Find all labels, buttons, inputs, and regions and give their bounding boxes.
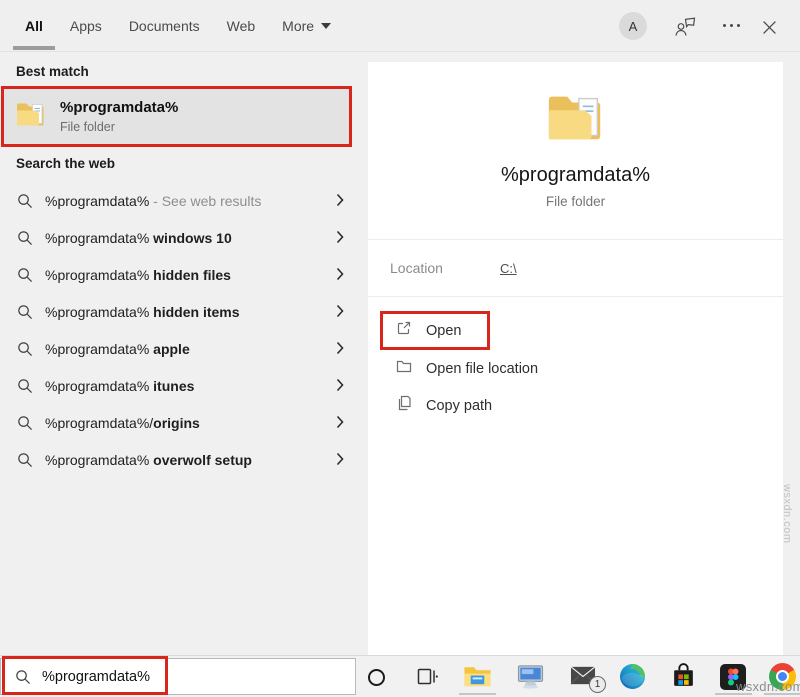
search-icon [16, 377, 33, 394]
search-icon [16, 303, 33, 320]
folder-outline-icon [395, 357, 413, 380]
taskbar-search-input[interactable]: %programdata% [0, 658, 356, 695]
preview-title: %programdata% [368, 164, 783, 187]
file-explorer-icon[interactable] [463, 663, 492, 694]
search-query-text: %programdata% [42, 669, 150, 685]
ellipsis-icon[interactable] [723, 24, 740, 27]
search-icon [16, 266, 33, 283]
search-suggestion[interactable]: %programdata% apple [0, 330, 368, 367]
search-suggestion[interactable]: %programdata% hidden items [0, 293, 368, 330]
search-web-label: Search the web [16, 156, 115, 171]
edge-icon[interactable] [619, 663, 646, 690]
chevron-right-icon[interactable] [336, 230, 344, 244]
results-panel: Best match %programdata% File folder Sea… [0, 52, 368, 655]
search-icon [14, 668, 31, 685]
microsoft-store-icon[interactable] [670, 663, 697, 695]
search-suggestion[interactable]: %programdata% windows 10 [0, 219, 368, 256]
watermark: wsxdn.com [736, 679, 800, 694]
filter-tabs: All Apps Documents Web More [25, 0, 331, 52]
windows-search-flyout: All Apps Documents Web More A [0, 0, 800, 697]
copy-icon [395, 394, 413, 417]
search-filter-bar: All Apps Documents Web More A [0, 0, 800, 52]
avatar[interactable]: A [619, 12, 647, 40]
chevron-right-icon[interactable] [336, 267, 344, 281]
action-open-file-location[interactable]: Open file location [368, 350, 783, 387]
search-icon [16, 340, 33, 357]
tab-apps[interactable]: Apps [70, 0, 102, 52]
preview-panel: %programdata% File folder Location C:\ O… [368, 62, 783, 655]
folder-icon-large [368, 89, 783, 150]
location-label: Location [390, 260, 500, 276]
search-suggestion[interactable]: %programdata% overwolf setup [0, 441, 368, 478]
search-icon [16, 229, 33, 246]
taskbar: %programdata% [0, 655, 800, 697]
chevron-right-icon[interactable] [336, 378, 344, 392]
location-row: Location C:\ [368, 240, 783, 296]
cortana-icon[interactable] [368, 669, 385, 686]
chevron-right-icon[interactable] [336, 304, 344, 318]
best-match-result[interactable]: %programdata% File folder [1, 86, 352, 147]
search-icon [16, 451, 33, 468]
running-indicator [459, 693, 496, 695]
chevron-right-icon[interactable] [336, 341, 344, 355]
search-suggestion[interactable]: %programdata%/origins [0, 404, 368, 441]
tab-all[interactable]: All [25, 0, 43, 52]
chevron-down-icon [321, 23, 331, 29]
search-icon [16, 414, 33, 431]
watermark-vertical: wsxdn.com [781, 484, 793, 544]
best-match-subtitle: File folder [60, 120, 178, 134]
chevron-right-icon[interactable] [336, 193, 344, 207]
search-suggestion[interactable]: %programdata% - See web results [0, 182, 368, 219]
action-list: Open Open file location Copy path [368, 311, 783, 424]
action-copy-path[interactable]: Copy path [368, 387, 783, 424]
folder-icon [15, 100, 47, 133]
task-view-icon[interactable] [415, 666, 439, 692]
this-pc-icon[interactable] [516, 663, 545, 695]
tab-more[interactable]: More [282, 0, 331, 52]
search-web-list: %programdata% - See web results %program… [0, 182, 368, 478]
tab-documents[interactable]: Documents [129, 0, 200, 52]
search-suggestion[interactable]: %programdata% hidden files [0, 256, 368, 293]
chevron-right-icon[interactable] [336, 452, 344, 466]
close-icon[interactable] [760, 18, 778, 36]
divider [368, 296, 783, 297]
mail-badge: 1 [589, 676, 606, 693]
location-link[interactable]: C:\ [500, 261, 517, 276]
chevron-right-icon[interactable] [336, 415, 344, 429]
preview-subtitle: File folder [368, 194, 783, 209]
best-match-label: Best match [16, 64, 89, 79]
feedback-icon[interactable] [673, 15, 697, 37]
search-icon [16, 192, 33, 209]
search-suggestion[interactable]: %programdata% itunes [0, 367, 368, 404]
best-match-title: %programdata% [60, 99, 178, 116]
tab-web[interactable]: Web [227, 0, 256, 52]
open-icon [395, 319, 413, 342]
action-open[interactable]: Open [380, 311, 490, 350]
